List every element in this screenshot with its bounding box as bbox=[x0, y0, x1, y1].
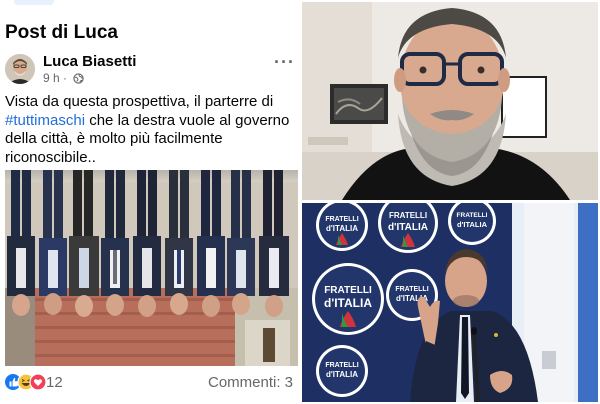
svg-text:d'ITALIA: d'ITALIA bbox=[388, 222, 428, 233]
love-icon bbox=[29, 373, 47, 391]
svg-text:FRATELLI: FRATELLI bbox=[325, 362, 358, 369]
svg-text:d'ITALIA: d'ITALIA bbox=[326, 224, 358, 233]
svg-text:FRATELLI: FRATELLI bbox=[457, 212, 488, 219]
reactions[interactable] bbox=[5, 373, 47, 391]
post-photo[interactable] bbox=[5, 170, 298, 366]
post-text-line-1: Vista da questa prospettiva, il parterre… bbox=[5, 93, 274, 110]
post-text-line-3: della città, è molto più facilmente bbox=[5, 130, 223, 147]
svg-text:d'ITALIA: d'ITALIA bbox=[457, 220, 488, 229]
post-meta: 9 h · bbox=[43, 71, 85, 85]
svg-text:FRATELLI: FRATELLI bbox=[395, 286, 428, 293]
active-tab-indicator bbox=[14, 0, 54, 5]
svg-text:d'ITALIA: d'ITALIA bbox=[326, 370, 358, 379]
globe-icon bbox=[73, 73, 85, 84]
svg-text:d'ITALIA: d'ITALIA bbox=[324, 296, 372, 310]
speaker-photo: FRATELLI d'ITALIA FRATELLI d'ITALIA FRAT… bbox=[302, 203, 598, 402]
page-title: Post di Luca bbox=[5, 22, 118, 43]
post-text-line-4: riconoscibile.. bbox=[5, 148, 96, 166]
more-options-icon[interactable]: ··· bbox=[274, 52, 295, 73]
post-text: Vista da questa prospettiva, il parterre… bbox=[5, 93, 297, 167]
selfie-photo bbox=[302, 2, 598, 200]
reaction-count[interactable]: 12 bbox=[46, 374, 63, 391]
post-time[interactable]: 9 h bbox=[43, 71, 60, 85]
fdi-logo: FRATELLI d'ITALIA bbox=[316, 345, 368, 397]
svg-text:FRATELLI: FRATELLI bbox=[389, 211, 427, 220]
facebook-post: Post di Luca Luca Biasetti 9 h · ··· Vis… bbox=[0, 0, 300, 404]
comments-count-link[interactable]: Commenti: 3 bbox=[208, 374, 293, 391]
author-name[interactable]: Luca Biasetti bbox=[43, 53, 136, 70]
fdi-logo: FRATELLI d'ITALIA bbox=[312, 263, 384, 335]
svg-text:FRATELLI: FRATELLI bbox=[324, 285, 372, 296]
hashtag-link[interactable]: #tuttimaschi bbox=[5, 112, 85, 129]
post-text-line-2: #tuttimaschi che la destra vuole al gove… bbox=[5, 111, 290, 129]
svg-text:FRATELLI: FRATELLI bbox=[325, 216, 358, 223]
author-avatar[interactable] bbox=[5, 54, 35, 84]
